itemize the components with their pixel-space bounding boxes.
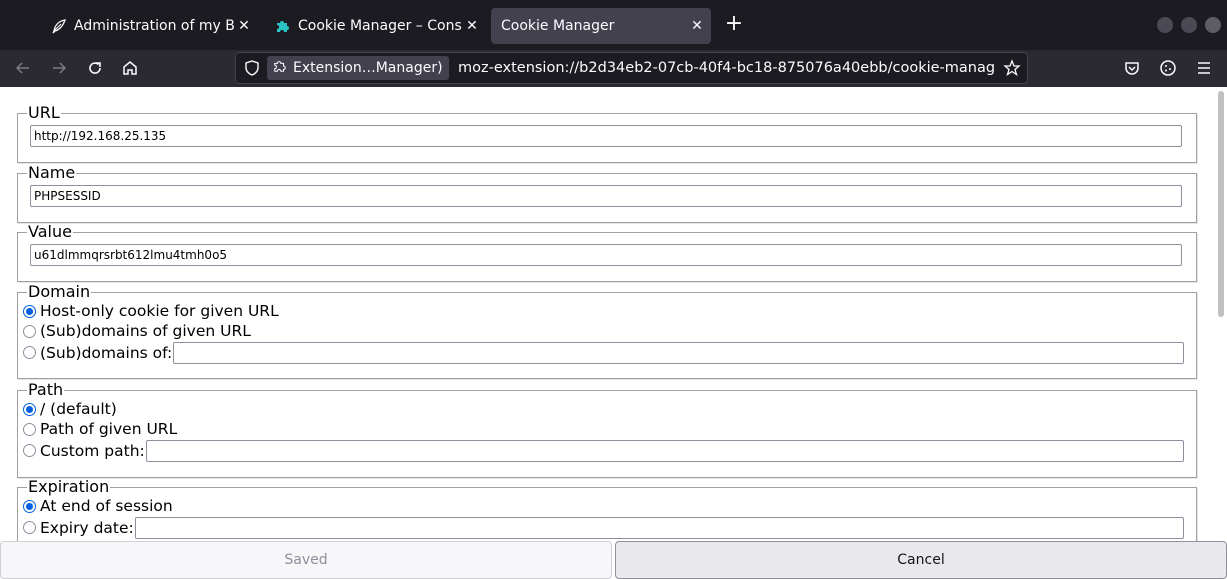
url-text[interactable]: moz-extension://b2d34eb2-07cb-40f4-bc18-… (458, 53, 996, 83)
forward-button[interactable] (45, 54, 73, 82)
expiration-legend: Expiration (28, 477, 110, 496)
close-tab-icon[interactable]: ✕ (687, 16, 707, 36)
menu-button[interactable] (1192, 56, 1216, 80)
radio-button[interactable] (23, 422, 36, 436)
tab-administration[interactable]: Administration of my Blog ✕ (40, 8, 258, 44)
radio-button-checked[interactable] (23, 304, 36, 318)
cookie-icon (1160, 60, 1176, 76)
radio-button-checked[interactable] (23, 402, 36, 416)
name-fieldset: Name PHPSESSID (17, 165, 1197, 223)
option-label: (Sub)domains of: (40, 343, 173, 362)
domain-custom-input[interactable] (173, 341, 1184, 364)
option-label: At end of session (40, 497, 173, 515)
option-label: / (default) (40, 400, 117, 418)
close-window-button[interactable] (1205, 17, 1221, 33)
extension-icon (273, 59, 287, 77)
new-tab-button[interactable]: + (722, 13, 746, 37)
path-custom-input[interactable] (145, 439, 1184, 462)
expiration-option-session[interactable]: At end of session (20, 496, 1184, 516)
option-label: Path of given URL (40, 420, 178, 438)
bookmark-star-icon[interactable] (1003, 59, 1021, 77)
tab-label: Administration of my Blog (74, 18, 234, 34)
value-legend: Value (28, 222, 72, 241)
minimize-button[interactable] (1157, 17, 1173, 33)
domain-fieldset: Domain Host-only cookie for given URL (S… (17, 284, 1197, 379)
radio-button[interactable] (23, 346, 36, 359)
option-label: (Sub)domains of given URL (40, 322, 251, 340)
url-input[interactable]: http://192.168.25.135 (30, 125, 1182, 147)
expiration-fieldset: Expiration At end of session Expiry date… (17, 479, 1197, 541)
domain-option-subdomains-of[interactable]: (Sub)domains of: (20, 341, 1184, 364)
saved-button[interactable]: Saved (0, 541, 612, 579)
tab-label: Cookie Manager (501, 18, 615, 34)
vertical-scrollbar[interactable] (1215, 87, 1227, 541)
close-tab-icon[interactable]: ✕ (234, 16, 254, 36)
cookie-editor-form: URL http://192.168.25.135 Name PHPSESSID… (0, 87, 1215, 541)
arrow-right-icon (53, 62, 67, 74)
value-fieldset: Value u61dlmmqrsrbt612lmu4tmh0o5 (17, 224, 1197, 282)
domain-legend: Domain (28, 282, 91, 301)
radio-button[interactable] (23, 521, 36, 534)
domain-option-subdomains-url[interactable]: (Sub)domains of given URL (20, 321, 1184, 341)
identity-box[interactable]: Extension…Manager) (267, 56, 449, 80)
radio-button[interactable] (23, 324, 36, 338)
arrow-left-icon (15, 62, 29, 74)
cookie-extension-button[interactable] (1156, 56, 1180, 80)
name-input[interactable]: PHPSESSID (30, 185, 1182, 207)
url-fieldset: URL http://192.168.25.135 (17, 105, 1197, 163)
hamburger-menu-icon (1198, 62, 1210, 74)
path-option-given-url[interactable]: Path of given URL (20, 419, 1184, 439)
home-icon (123, 61, 137, 75)
pocket-button[interactable] (1120, 56, 1144, 80)
scrollbar-thumb[interactable] (1218, 91, 1224, 317)
cancel-button[interactable]: Cancel (615, 541, 1227, 579)
path-option-default[interactable]: / (default) (20, 399, 1184, 419)
option-label: Host-only cookie for given URL (40, 302, 279, 320)
domain-option-host-only[interactable]: Host-only cookie for given URL (20, 301, 1184, 321)
path-option-custom[interactable]: Custom path: (20, 439, 1184, 462)
tab-strip: Administration of my Blog ✕ Cookie Manag… (0, 0, 1227, 50)
url-legend: URL (28, 103, 60, 122)
tab-label: Cookie Manager – Consign (298, 18, 462, 34)
reload-button[interactable] (81, 54, 109, 82)
action-bar: Saved Cancel (0, 541, 1227, 579)
identity-label: Extension…Manager) (293, 60, 443, 76)
path-legend: Path (28, 380, 64, 399)
puzzle-icon (274, 17, 292, 35)
maximize-button[interactable] (1181, 17, 1197, 33)
option-label: Expiry date: (40, 518, 134, 537)
expiry-date-input[interactable] (134, 516, 1184, 539)
home-button[interactable] (116, 54, 144, 82)
radio-button[interactable] (23, 444, 36, 457)
expiration-option-date[interactable]: Expiry date: (20, 516, 1184, 539)
path-fieldset: Path / (default) Path of given URL Custo… (17, 382, 1197, 478)
navigation-toolbar: Extension…Manager) moz-extension://b2d34… (0, 50, 1227, 87)
close-tab-icon[interactable]: ✕ (462, 16, 482, 36)
value-input[interactable]: u61dlmmqrsrbt612lmu4tmh0o5 (30, 244, 1182, 266)
name-legend: Name (28, 163, 76, 182)
radio-button-checked[interactable] (23, 499, 36, 513)
address-bar[interactable]: Extension…Manager) moz-extension://b2d34… (235, 52, 1028, 84)
reload-icon (89, 62, 101, 74)
pocket-icon (1125, 62, 1139, 75)
shield-icon[interactable] (243, 59, 261, 77)
feather-icon (50, 17, 68, 35)
tab-cookie-manager[interactable]: Cookie Manager ✕ (491, 8, 711, 44)
back-button[interactable] (9, 54, 37, 82)
option-label: Custom path: (40, 441, 145, 460)
tab-cookie-manager-consign[interactable]: Cookie Manager – Consign ✕ (264, 8, 486, 44)
